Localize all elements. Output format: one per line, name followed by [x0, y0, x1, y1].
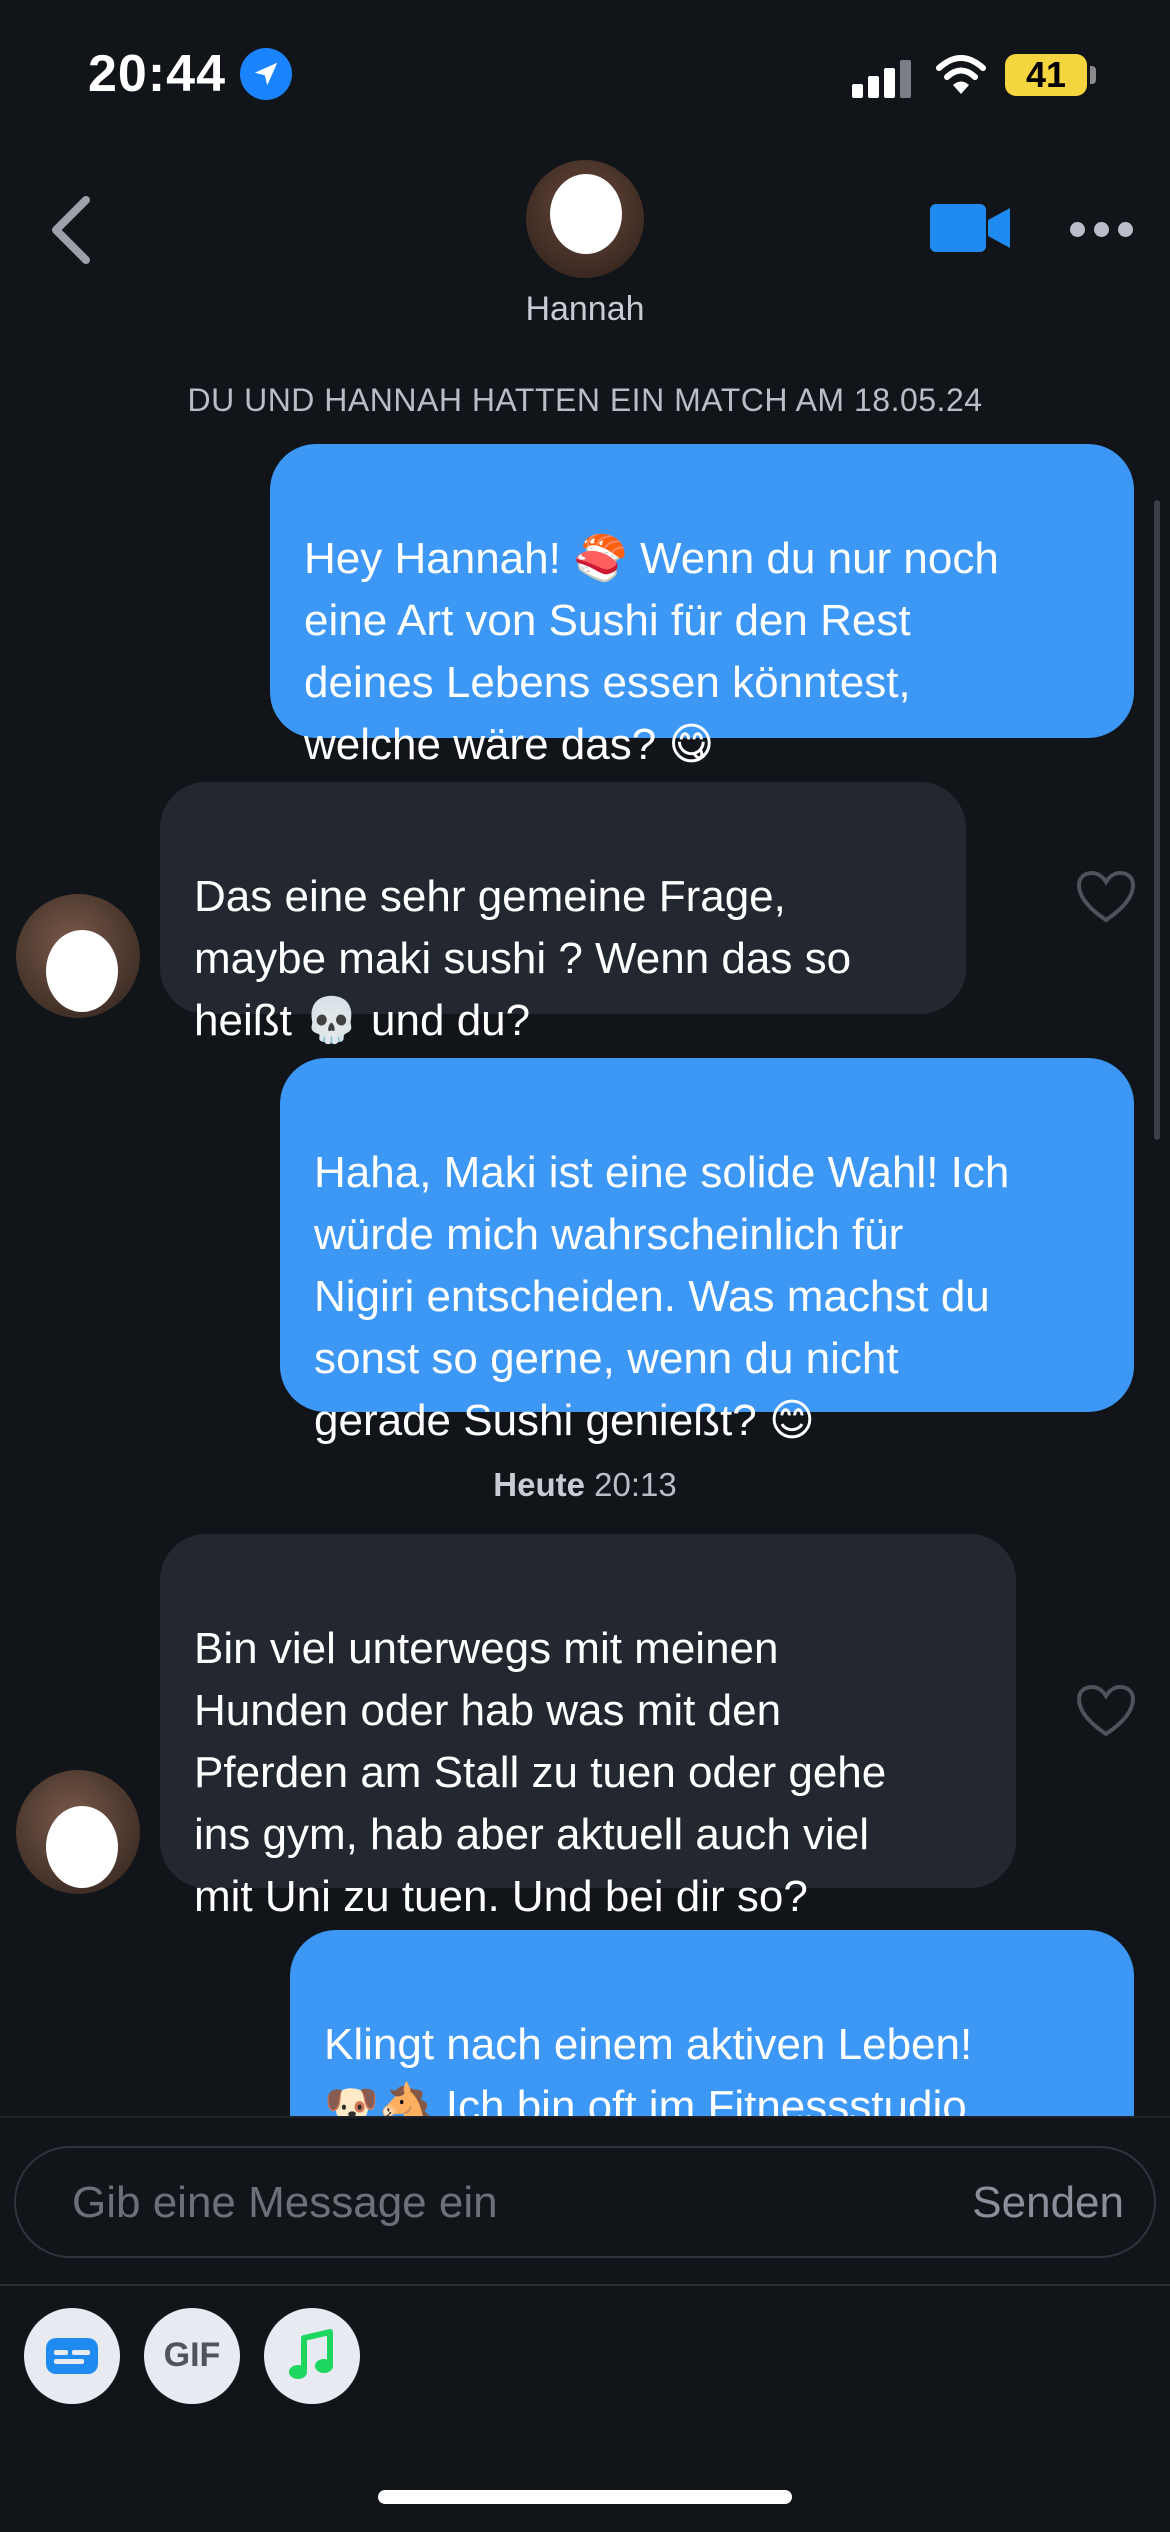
message-composer: Senden: [14, 2146, 1156, 2258]
chat-screen: 20:44 41 Hannah DU UND HANNAH HATTEN EIN…: [0, 0, 1170, 2532]
heart-icon[interactable]: [1076, 1684, 1136, 1738]
divider: [0, 2284, 1170, 2286]
video-camera-icon: [930, 204, 1010, 252]
location-arrow-icon: [240, 48, 292, 100]
music-button[interactable]: [264, 2308, 360, 2404]
message-text: Bin viel unterwegs mit meinen Hunden ode…: [194, 1624, 887, 1921]
battery-icon: 41: [1005, 54, 1087, 96]
scrollbar[interactable]: [1154, 500, 1160, 1140]
message-outgoing[interactable]: Klingt nach einem aktiven Leben! 🐶🐴 Ich …: [290, 1930, 1134, 2116]
heart-icon[interactable]: [1076, 870, 1136, 924]
back-chevron-icon: [52, 196, 90, 264]
match-note: DU UND HANNAH HATTEN EIN MATCH AM 18.05.…: [187, 382, 983, 418]
sticker-icon: [46, 2338, 98, 2374]
signal-icon: [852, 58, 912, 98]
contact-name[interactable]: Hannah: [0, 290, 1170, 329]
chat-header: Hannah: [0, 150, 1170, 350]
message-outgoing[interactable]: Haha, Maki ist eine solide Wahl! Ich wür…: [280, 1058, 1134, 1445]
message-incoming[interactable]: Das eine sehr gemeine Frage, maybe maki …: [160, 782, 966, 1045]
header-avatar[interactable]: [526, 160, 644, 278]
status-time: 20:44: [88, 45, 226, 103]
gif-icon: GIF: [163, 2336, 221, 2374]
video-call-button[interactable]: [930, 202, 1012, 254]
message-input[interactable]: [72, 2172, 892, 2234]
timestamp-day: Heute: [493, 1466, 585, 1503]
send-button[interactable]: Senden: [972, 2178, 1124, 2228]
status-bar: 20:44 41: [0, 0, 1170, 150]
more-dots-icon[interactable]: [1070, 220, 1134, 240]
message-text: Haha, Maki ist eine solide Wahl! Ich wür…: [314, 1148, 1010, 1445]
battery-tip: [1090, 66, 1096, 84]
home-indicator[interactable]: [378, 2490, 792, 2504]
gif-button[interactable]: GIF: [144, 2308, 240, 2404]
message-text: Das eine sehr gemeine Frage, maybe maki …: [194, 872, 852, 1045]
contact-avatar[interactable]: [16, 894, 140, 1018]
sticker-button[interactable]: [24, 2308, 120, 2404]
back-button[interactable]: [36, 190, 106, 270]
message-text: Klingt nach einem aktiven Leben! 🐶🐴 Ich …: [324, 2020, 979, 2116]
music-note-icon: [289, 2329, 333, 2379]
message-incoming[interactable]: Bin viel unterwegs mit meinen Hunden ode…: [160, 1534, 1016, 1921]
timestamp-time: 20:13: [594, 1466, 677, 1503]
wifi-icon: [935, 54, 987, 101]
message-clip: Klingt nach einem aktiven Leben! 🐶🐴 Ich …: [0, 1900, 1170, 2116]
message-outgoing[interactable]: Hey Hannah! 🍣 Wenn du nur noch eine Art …: [270, 444, 1134, 769]
contact-avatar[interactable]: [16, 1770, 140, 1894]
divider: [0, 2116, 1170, 2118]
timestamp-divider: Heute 20:13: [0, 1466, 1170, 1504]
message-text: Hey Hannah! 🍣 Wenn du nur noch eine Art …: [304, 534, 999, 769]
